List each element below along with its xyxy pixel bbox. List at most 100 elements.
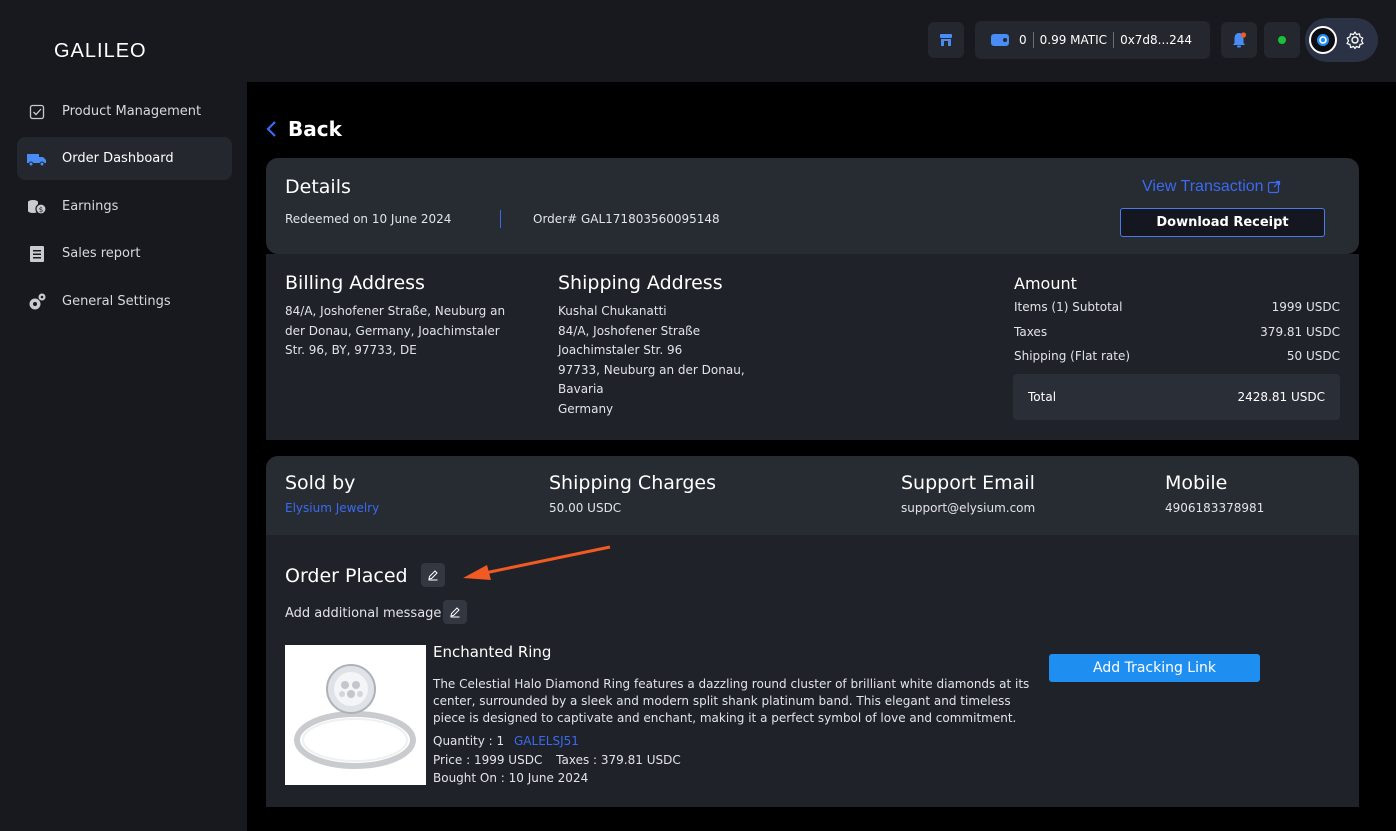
amount-value: 1999 USDC bbox=[1271, 300, 1340, 314]
mobile-value: 4906183378981 bbox=[1165, 501, 1265, 515]
wallet-count: 0 bbox=[1019, 33, 1027, 47]
edit-status-button[interactable] bbox=[421, 563, 445, 587]
shipping-address-title: Shipping Address bbox=[558, 272, 723, 294]
sidebar-item-label: Product Management bbox=[62, 104, 202, 119]
sidebar-item-order-dashboard[interactable]: Order Dashboard bbox=[17, 137, 232, 180]
billing-address: 84/A, Joshofener Straße, Neuburg an der … bbox=[285, 302, 505, 361]
chevron-left-icon bbox=[266, 121, 276, 137]
order-status: Order Placed bbox=[285, 565, 408, 587]
add-tracking-link-button[interactable]: Add Tracking Link bbox=[1049, 654, 1260, 682]
redeemed-date: Redeemed on 10 June 2024 bbox=[285, 212, 452, 226]
download-receipt-button[interactable]: Download Receipt bbox=[1120, 208, 1325, 237]
sku-link[interactable]: GALELSJ51 bbox=[514, 734, 579, 748]
description-line: The Celestial Halo Diamond Ring features… bbox=[433, 677, 1030, 691]
product-description: The Celestial Halo Diamond Ring features… bbox=[433, 676, 1029, 727]
sidebar-item-earnings[interactable]: $ Earnings bbox=[17, 185, 232, 228]
total-label: Total bbox=[1028, 390, 1057, 404]
divider bbox=[500, 210, 501, 228]
amount-label: Shipping (Flat rate) bbox=[1014, 349, 1131, 363]
notifications-button[interactable] bbox=[1221, 22, 1257, 58]
user-menu[interactable] bbox=[1305, 18, 1378, 62]
product-name: Enchanted Ring bbox=[433, 643, 552, 661]
seller-link[interactable]: Elysium Jewelry bbox=[285, 501, 379, 515]
amount-value: 50 USDC bbox=[1286, 349, 1340, 363]
details-title: Details bbox=[285, 176, 351, 198]
description-line: center, surrounded by a sleek and modern… bbox=[433, 694, 1011, 708]
checkbox-icon bbox=[27, 102, 47, 122]
quantity-row: Quantity : 1 GALELSJ51 bbox=[433, 734, 579, 748]
coins-icon: $ bbox=[27, 197, 47, 217]
details-card: Details Redeemed on 10 June 2024 Order# … bbox=[266, 158, 1359, 254]
billing-line: der Donau, Germany, Joachimstaler bbox=[285, 323, 500, 338]
seller-info-card: Sold by Elysium Jewelry Shipping Charges… bbox=[266, 456, 1359, 535]
back-button[interactable]: Back bbox=[266, 117, 342, 141]
sidebar-item-label: Sales report bbox=[62, 246, 141, 261]
divider bbox=[1032, 32, 1034, 48]
gears-icon bbox=[27, 292, 47, 312]
gear-icon[interactable] bbox=[1345, 30, 1365, 50]
shipping-line: Joachimstaler Str. 96 bbox=[558, 343, 683, 357]
ring-icon bbox=[294, 664, 416, 769]
pencil-icon bbox=[450, 607, 460, 618]
app-logo[interactable]: GALILEO bbox=[54, 40, 147, 63]
mobile-title: Mobile bbox=[1165, 472, 1228, 494]
store-button[interactable] bbox=[928, 22, 964, 58]
back-label: Back bbox=[288, 117, 342, 141]
sidebar-item-label: Order Dashboard bbox=[62, 151, 174, 166]
amount-value: 379.81 USDC bbox=[1260, 325, 1340, 339]
wallet-button[interactable]: 0 0.99 MATIC 0x7d8...244 bbox=[975, 21, 1210, 59]
sold-by-title: Sold by bbox=[285, 472, 356, 494]
avatar-icon bbox=[1317, 34, 1329, 46]
shipping-line: Bavaria bbox=[558, 382, 604, 396]
shipping-charges-value: 50.00 USDC bbox=[549, 501, 622, 515]
amount-row-subtotal: Items (1) Subtotal 1999 USDC bbox=[1014, 300, 1340, 314]
order-card: Order Placed Add additional message Ench… bbox=[266, 535, 1359, 807]
edit-message-button[interactable] bbox=[443, 600, 467, 624]
amount-title: Amount bbox=[1014, 274, 1077, 293]
sidebar-item-product-management[interactable]: Product Management bbox=[17, 90, 232, 133]
billing-line: Str. 96, BY, 97733, DE bbox=[285, 343, 417, 357]
total-value: 2428.81 USDC bbox=[1237, 390, 1325, 404]
store-icon bbox=[940, 34, 952, 46]
product-image bbox=[285, 645, 426, 785]
divider bbox=[1113, 32, 1115, 48]
shipping-line: Germany bbox=[558, 401, 614, 416]
amount-total: Total 2428.81 USDC bbox=[1013, 374, 1340, 420]
pencil-icon bbox=[428, 570, 438, 581]
avatar[interactable] bbox=[1309, 26, 1337, 54]
wallet-balance: 0.99 MATIC bbox=[1039, 33, 1108, 47]
shipping-charges-title: Shipping Charges bbox=[549, 472, 717, 494]
price-row: Price : 1999 USDC Taxes : 379.81 USDC bbox=[433, 753, 681, 767]
support-email-value: support@elysium.com bbox=[901, 501, 1036, 515]
price: Price : 1999 USDC bbox=[433, 753, 543, 767]
shipping-line: 84/A, Joshofener Straße bbox=[558, 323, 701, 338]
amount-row-taxes: Taxes 379.81 USDC bbox=[1014, 325, 1340, 339]
wallet-address: 0x7d8...244 bbox=[1120, 33, 1193, 47]
sidebar-item-label: Earnings bbox=[62, 199, 119, 214]
shipping-line: 97733, Neuburg an der Donau, bbox=[558, 362, 745, 377]
top-bar: GALILEO 0 0.99 MATIC 0x7d8...244 bbox=[0, 0, 1396, 82]
bought-on: Bought On : 10 June 2024 bbox=[433, 771, 589, 785]
amount-row-shipping: Shipping (Flat rate) 50 USDC bbox=[1014, 349, 1340, 363]
address-card: Billing Address 84/A, Joshofener Straße,… bbox=[266, 254, 1359, 440]
bell-icon bbox=[1233, 32, 1247, 48]
sidebar-item-sales-report[interactable]: Sales report bbox=[17, 232, 232, 275]
sidebar-item-label: General Settings bbox=[62, 294, 171, 309]
billing-line: 84/A, Joshofener Straße, Neuburg an bbox=[285, 304, 506, 318]
order-number: Order# GAL171803560095148 bbox=[533, 212, 720, 226]
annotation-arrow bbox=[463, 545, 611, 580]
shipping-line: Kushal Chukanatti bbox=[558, 304, 667, 318]
view-transaction-link[interactable]: View Transaction bbox=[1142, 178, 1281, 196]
sidebar-item-general-settings[interactable]: General Settings bbox=[17, 280, 232, 323]
wallet-icon bbox=[991, 34, 1009, 46]
support-email-title: Support Email bbox=[901, 472, 1035, 494]
connection-status[interactable] bbox=[1264, 22, 1300, 58]
svg-text:$: $ bbox=[39, 206, 43, 214]
add-message-label: Add additional message bbox=[285, 606, 442, 621]
view-transaction-label: View Transaction bbox=[1142, 178, 1264, 195]
report-icon bbox=[27, 244, 47, 264]
taxes: Taxes : 379.81 USDC bbox=[556, 753, 681, 767]
billing-address-title: Billing Address bbox=[285, 272, 425, 294]
shipping-address: Kushal Chukanatti 84/A, Joshofener Straß… bbox=[558, 302, 745, 419]
amount-label: Taxes bbox=[1014, 325, 1048, 339]
